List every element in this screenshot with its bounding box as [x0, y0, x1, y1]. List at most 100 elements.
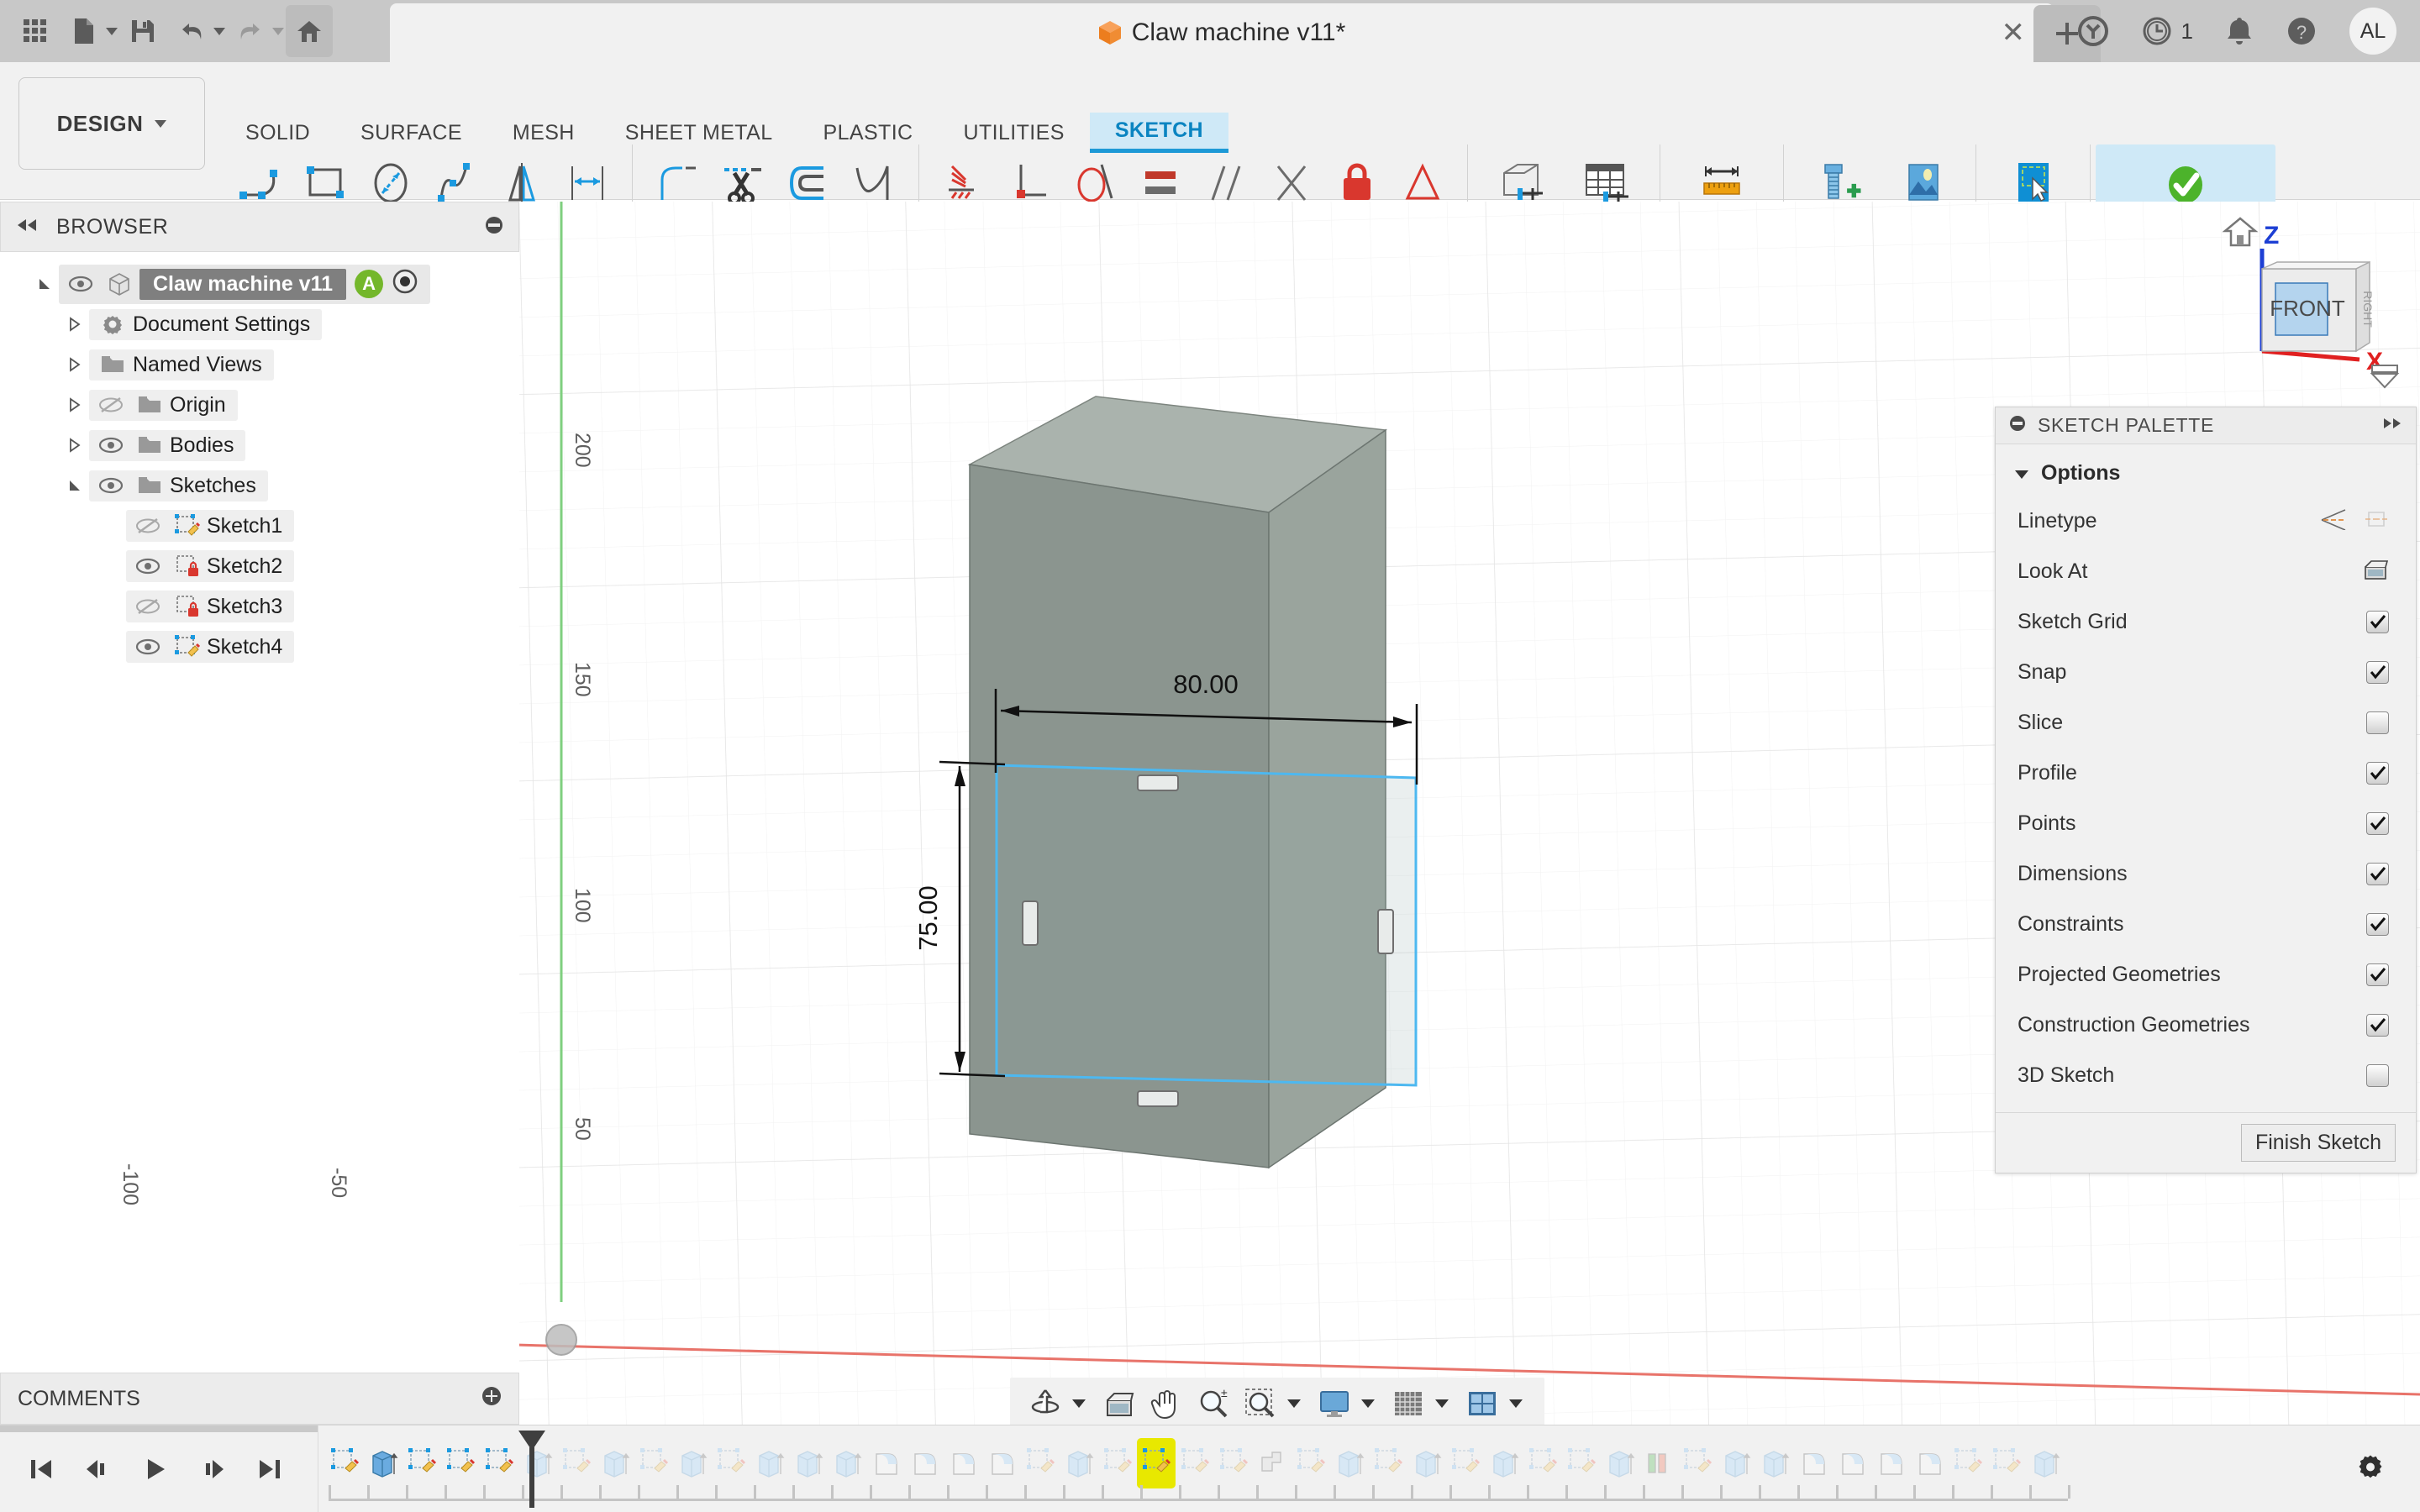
sidebar-item-origin[interactable]: Origin: [0, 385, 519, 425]
finish-sketch-button[interactable]: Finish Sketch: [2240, 1124, 2396, 1162]
look-at-icon[interactable]: [1097, 1382, 1141, 1425]
sidebar-item-sketches[interactable]: Sketches: [0, 465, 519, 506]
timeline-feature-extrude[interactable]: [673, 1438, 712, 1488]
timeline-feature-sketch[interactable]: [1446, 1438, 1485, 1488]
timeline-feature-extrude[interactable]: [1755, 1438, 1794, 1488]
go-to-end-icon[interactable]: [250, 1450, 289, 1488]
grid-snaps-dropdown-icon[interactable]: [1435, 1399, 1449, 1408]
timeline-feature-fillet[interactable]: [1871, 1438, 1910, 1488]
chevron-expanded-icon[interactable]: [60, 478, 89, 493]
new-document-dropdown-icon[interactable]: [106, 27, 118, 35]
construction-geometries-checkbox[interactable]: [2366, 1013, 2389, 1037]
sidebar-item-sketch1[interactable]: Sketch1: [0, 506, 519, 546]
projected-geometries-checkbox[interactable]: [2366, 963, 2389, 986]
chevron-right-icon[interactable]: [60, 317, 89, 332]
avatar[interactable]: AL: [2349, 8, 2396, 55]
timeline-feature-sketch[interactable]: [1021, 1438, 1060, 1488]
timeline-feature-sketch[interactable]: [1098, 1438, 1137, 1488]
tree-root-claw-machine[interactable]: Claw machine v11 A: [0, 264, 519, 304]
zoom-magnifier-icon[interactable]: ±: [1192, 1382, 1235, 1425]
timeline-feature-fillet[interactable]: [944, 1438, 982, 1488]
timeline-feature-extrude[interactable]: [789, 1438, 828, 1488]
chevron-right-icon[interactable]: [60, 438, 89, 453]
visibility-eye-icon[interactable]: [92, 477, 129, 494]
timeline-feature-extrude[interactable]: [1601, 1438, 1639, 1488]
visibility-eye-icon[interactable]: [92, 437, 129, 454]
sidebar-item-named-views[interactable]: Named Views: [0, 344, 519, 385]
timeline-feature-sketch[interactable]: [441, 1438, 480, 1488]
new-document-icon[interactable]: [60, 5, 108, 57]
collapse-left-icon[interactable]: [16, 218, 38, 236]
timeline-feature-fillet[interactable]: [866, 1438, 905, 1488]
chevron-right-icon[interactable]: [60, 397, 89, 412]
workspace-switcher-button[interactable]: DESIGN: [18, 77, 205, 170]
timeline-feature-extrude[interactable]: [1407, 1438, 1446, 1488]
timeline-feature-sketch[interactable]: [1369, 1438, 1407, 1488]
chevron-right-icon[interactable]: [60, 357, 89, 372]
timeline-feature-sketch[interactable]: [1292, 1438, 1330, 1488]
notifications-bell-icon[interactable]: [2225, 15, 2254, 47]
sidebar-item-sketch2[interactable]: Sketch2: [0, 546, 519, 586]
visibility-eye-icon[interactable]: [129, 558, 166, 575]
save-icon[interactable]: [119, 5, 166, 57]
go-to-beginning-icon[interactable]: [22, 1450, 60, 1488]
timeline-feature-sketch[interactable]: [1176, 1438, 1214, 1488]
timeline-feature-extrude[interactable]: [1717, 1438, 1755, 1488]
viewports-dropdown-icon[interactable]: [1509, 1399, 1523, 1408]
sidebar-item-bodies[interactable]: Bodies: [0, 425, 519, 465]
timeline-feature-combine[interactable]: [1253, 1438, 1292, 1488]
redo-dropdown-icon[interactable]: [272, 27, 284, 35]
orbit-dropdown-icon[interactable]: [1072, 1399, 1086, 1408]
timeline-feature-fillet[interactable]: [905, 1438, 944, 1488]
timeline-feature-sketch[interactable]: [712, 1438, 750, 1488]
timeline-feature-sketch[interactable]: [402, 1438, 441, 1488]
centerline-linetype-icon[interactable]: [2364, 508, 2389, 534]
timeline-feature-extrude[interactable]: [828, 1438, 866, 1488]
timeline-feature-sketch[interactable]: [1214, 1438, 1253, 1488]
timeline-feature-extrude[interactable]: [364, 1438, 402, 1488]
view-cube[interactable]: Z X FRONT RIGHT: [2200, 210, 2410, 395]
timeline-feature-sketch[interactable]: [634, 1438, 673, 1488]
dimensions-checkbox[interactable]: [2366, 862, 2389, 885]
comments-panel[interactable]: COMMENTS: [0, 1373, 519, 1425]
step-forward-icon[interactable]: [193, 1450, 232, 1488]
job-status-clock-icon[interactable]: 1: [2141, 15, 2193, 47]
grid-snaps-icon[interactable]: [1386, 1382, 1430, 1425]
orbit-icon[interactable]: [1023, 1382, 1067, 1425]
options-section-header[interactable]: Options: [1996, 453, 2416, 496]
timeline-feature-extrude[interactable]: [1060, 1438, 1098, 1488]
construction-linetype-icon[interactable]: [2320, 508, 2349, 534]
extension-plug-icon[interactable]: [2077, 15, 2109, 47]
slice-checkbox[interactable]: [2366, 711, 2389, 734]
timeline-feature-sketch[interactable]: [1678, 1438, 1717, 1488]
look-at-icon[interactable]: [2362, 558, 2389, 585]
document-tab[interactable]: Claw machine v11* ✕: [390, 3, 2054, 62]
timeline-feature-extrude[interactable]: [1330, 1438, 1369, 1488]
visibility-eye-icon[interactable]: [129, 638, 166, 655]
timeline-feature-extrude[interactable]: [596, 1438, 634, 1488]
step-back-icon[interactable]: [79, 1450, 118, 1488]
display-settings-dropdown-icon[interactable]: [1361, 1399, 1375, 1408]
timeline-feature-sketch[interactable]: [1987, 1438, 2026, 1488]
sidebar-item-sketch3[interactable]: Sketch3: [0, 586, 519, 627]
visibility-eye-hidden-icon[interactable]: [92, 396, 129, 414]
timeline-feature-extrude[interactable]: [750, 1438, 789, 1488]
timeline-settings-gear-icon[interactable]: [2356, 1452, 2385, 1485]
close-icon[interactable]: ✕: [2002, 18, 2026, 47]
points-checkbox[interactable]: [2366, 811, 2389, 835]
3d-sketch-checkbox[interactable]: [2366, 1063, 2389, 1087]
timeline-feature-mirror[interactable]: [1639, 1438, 1678, 1488]
visibility-eye-icon[interactable]: [62, 276, 99, 292]
timeline-playhead[interactable]: [515, 1430, 549, 1508]
help-question-icon[interactable]: ?: [2286, 15, 2317, 47]
snap-checkbox[interactable]: [2366, 660, 2389, 684]
viewports-icon[interactable]: [1460, 1382, 1504, 1425]
zoom-window-dropdown-icon[interactable]: [1287, 1399, 1301, 1408]
redo-icon[interactable]: [227, 5, 274, 57]
undo-icon[interactable]: [168, 5, 215, 57]
timeline-feature-fillet[interactable]: [1910, 1438, 1949, 1488]
timeline-feature-fillet[interactable]: [1794, 1438, 1833, 1488]
timeline-feature-sketch[interactable]: [1523, 1438, 1562, 1488]
visibility-eye-hidden-icon[interactable]: [129, 597, 166, 616]
timeline-feature-sketch[interactable]: [480, 1438, 518, 1488]
